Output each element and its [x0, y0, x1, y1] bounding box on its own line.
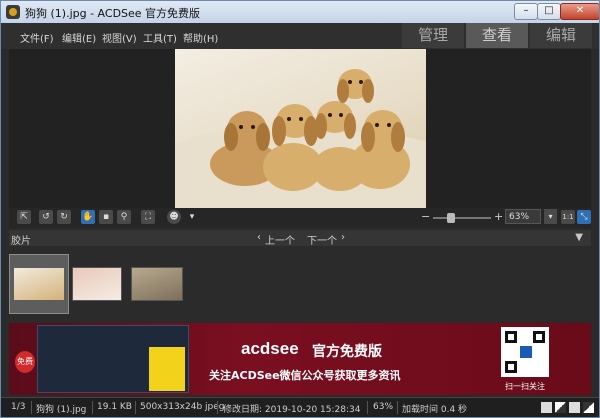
menu-bar: 文件(F) 编辑(E) 视图(V) 工具(T) 帮助(H) 管理 查看 编辑 — [1, 23, 599, 49]
menu-file[interactable]: 文件(F) — [20, 30, 54, 45]
status-load-time: 加载时间 0.4 秒 — [402, 405, 468, 415]
rotate-right-icon[interactable]: ↻ — [57, 210, 71, 224]
window-title: 狗狗 (1).jpg - ACDSee 官方免费版 — [25, 7, 201, 20]
status-filename: 狗狗 (1).jpg — [36, 405, 87, 415]
tab-manage[interactable]: 管理 — [402, 23, 464, 48]
zoom-out-button[interactable]: − — [421, 210, 430, 223]
product-box-image — [149, 347, 185, 391]
menu-view[interactable]: 视图(V) — [102, 30, 137, 45]
effects-icon[interactable]: ☻ — [167, 210, 181, 224]
title-bar: 狗狗 (1).jpg - ACDSee 官方免费版 – □ ✕ — [1, 1, 599, 23]
puppies-illustration — [175, 69, 426, 208]
zoom-input[interactable]: 63% — [505, 209, 541, 224]
tab-edit[interactable]: 编辑 — [530, 23, 592, 48]
status-modified: 修改日期: 2019-10-20 15:28:34 — [223, 405, 361, 415]
banner-headline: 官方免费版 — [312, 344, 382, 360]
prev-arrow-icon[interactable]: ‹ — [257, 232, 261, 243]
zoom-slider-handle[interactable] — [447, 213, 455, 223]
status-icon-3[interactable] — [569, 402, 580, 413]
zoom-dropdown-icon[interactable]: ▾ — [544, 209, 557, 224]
next-button[interactable]: 下一个 — [307, 232, 337, 247]
status-dimensions: 500x313x24b jpeg — [140, 402, 225, 412]
status-filesize: 19.1 KB — [97, 402, 132, 412]
actual-size-button[interactable]: 1:1 — [561, 210, 575, 224]
thumbnail-3[interactable] — [131, 267, 183, 301]
image-viewer[interactable] — [9, 49, 591, 208]
viewer-toolbar: ⇱ ↺ ↻ ✋ ▪ ⚲ ⛶ ☻ ▾ − + 63% ▾ 1:1 ⤡ — [9, 208, 591, 228]
export-icon[interactable]: ⇱ — [17, 210, 31, 224]
status-index: 1/3 — [11, 402, 26, 412]
menu-tools[interactable]: 工具(T) — [143, 30, 177, 45]
fullscreen-icon[interactable]: ⛶ — [141, 210, 155, 224]
menu-help[interactable]: 帮助(H) — [183, 30, 218, 45]
status-icon-4[interactable] — [583, 402, 594, 413]
thumbnail-1-image — [14, 268, 64, 300]
rotate-left-icon[interactable]: ↺ — [39, 210, 53, 224]
zoom-tool-icon[interactable]: ⚲ — [117, 210, 131, 224]
status-icon-2[interactable] — [555, 402, 566, 413]
thumbnail-1[interactable] — [9, 254, 69, 314]
acdsee-app-icon — [6, 5, 20, 19]
menu-edit[interactable]: 编辑(E) — [62, 30, 96, 45]
app-window: 狗狗 (1).jpg - ACDSee 官方免费版 – □ ✕ 文件(F) 编辑… — [0, 0, 600, 418]
qr-caption: 扫一扫关注 — [505, 382, 545, 391]
status-zoom: 63% — [373, 402, 394, 412]
thumbnail-2[interactable] — [72, 267, 122, 301]
filmstrip-header: 胶片 ‹ 上一个 下一个 › ▼ — [9, 230, 591, 247]
filmstrip-label: 胶片 — [11, 236, 31, 247]
free-badge: 免费 — [15, 351, 35, 373]
select-tool-icon[interactable]: ▪ — [99, 210, 113, 224]
hand-tool-icon[interactable]: ✋ — [81, 210, 95, 224]
puppies-photo — [175, 49, 426, 208]
banner-subline: 关注ACDSee微信公众号获取更多资讯 — [209, 369, 401, 382]
prev-button[interactable]: 上一个 — [265, 232, 295, 247]
zoom-in-button[interactable]: + — [494, 210, 503, 223]
filmstrip — [9, 246, 591, 322]
fit-window-icon[interactable]: ⤡ — [577, 210, 591, 224]
collapse-icon[interactable]: ▼ — [575, 232, 583, 243]
ad-banner[interactable]: 免费 acdsee 官方免费版 关注ACDSee微信公众号获取更多资讯 扫一扫关… — [9, 323, 591, 395]
qr-code — [501, 327, 549, 377]
banner-brand: acdsee — [241, 339, 299, 358]
status-bar: 1/3 狗狗 (1).jpg 19.1 KB 500x313x24b jpeg … — [1, 397, 599, 417]
zoom-slider[interactable] — [433, 217, 491, 219]
next-arrow-icon[interactable]: › — [341, 232, 345, 243]
minimize-button[interactable]: – — [514, 3, 538, 20]
dropdown-arrow-icon[interactable]: ▾ — [185, 210, 199, 224]
close-button[interactable]: ✕ — [560, 3, 599, 20]
maximize-button[interactable]: □ — [537, 3, 561, 20]
status-icon-1[interactable] — [541, 402, 552, 413]
tab-view[interactable]: 查看 — [466, 23, 528, 48]
